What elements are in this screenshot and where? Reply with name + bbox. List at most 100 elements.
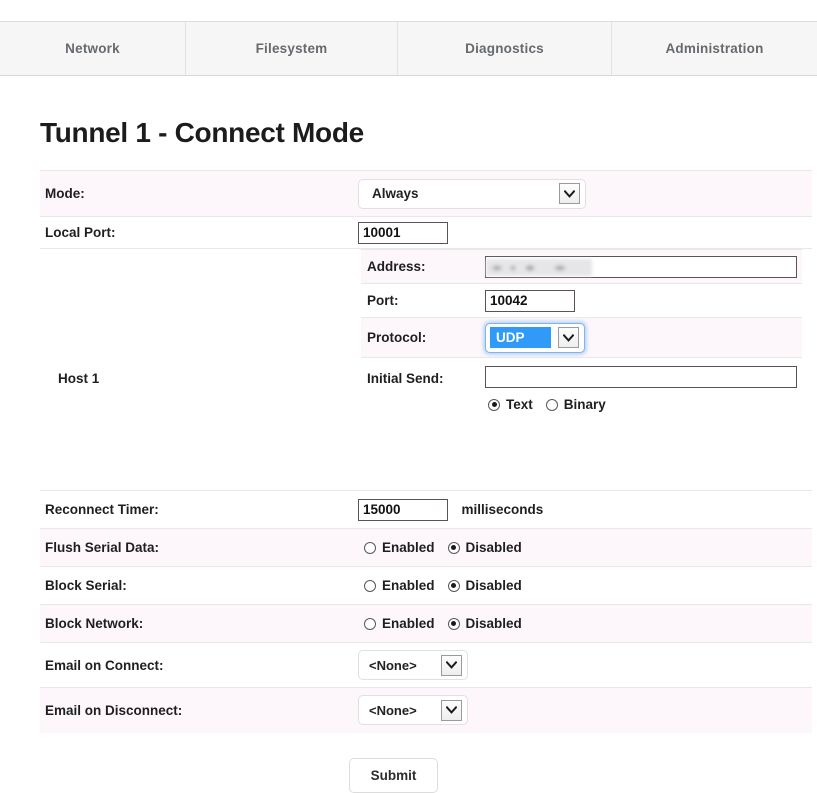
nav-tab-network[interactable]: Network [0, 22, 186, 75]
reconnect-timer-units: milliseconds [461, 501, 544, 517]
host1-label: Host 1 [40, 248, 355, 491]
host-initial-send-value-cell: Text Binary [485, 357, 802, 418]
host-protocol-select-value: UDP [490, 327, 551, 348]
host-initial-send-label: Initial Send: [361, 357, 485, 418]
host-port-value-cell [485, 283, 802, 318]
block-network-disabled-label: Disabled [465, 616, 522, 631]
form-row-block-serial: Block Serial: Enabled Disabled [40, 566, 812, 605]
email-on-connect-select[interactable]: <None> [358, 650, 468, 680]
block-serial-value-cell: Enabled Disabled [355, 566, 812, 605]
page-title: Tunnel 1 - Connect Mode [40, 117, 364, 148]
nav-tab-diagnostics-label: Diagnostics [465, 41, 544, 56]
radio-selected-icon[interactable] [447, 579, 460, 592]
form-row-mode: Mode: Always [40, 170, 812, 217]
initial-send-binary-option[interactable]: Binary [545, 397, 606, 412]
mode-select[interactable]: Always [358, 178, 586, 209]
initial-send-format-group: Text Binary [485, 388, 802, 412]
submit-row: Submit [0, 757, 817, 793]
reconnect-timer-input[interactable] [358, 498, 448, 521]
nav-tab-filesystem-label: Filesystem [255, 41, 328, 56]
email-on-disconnect-label: Email on Disconnect: [40, 687, 355, 733]
email-on-disconnect-value-cell: <None> [355, 687, 812, 733]
radio-unselected-icon[interactable] [364, 579, 376, 592]
local-port-label: Local Port: [40, 216, 355, 249]
nav-tab-administration-label: Administration [665, 41, 764, 56]
block-network-enabled-label: Enabled [382, 616, 435, 631]
block-serial-enabled-option[interactable]: Enabled [364, 578, 435, 593]
initial-send-text-label: Text [506, 397, 533, 412]
radio-unselected-icon[interactable] [545, 398, 558, 411]
nav-tab-filesystem[interactable]: Filesystem [186, 22, 398, 75]
mode-label: Mode: [40, 170, 355, 217]
flush-serial-data-disabled-label: Disabled [465, 540, 522, 555]
form-row-email-on-connect: Email on Connect: <None> [40, 642, 812, 688]
reconnect-timer-value-cell: milliseconds [355, 490, 812, 529]
nav-tab-network-label: Network [65, 41, 120, 56]
host-address-wrap [485, 255, 797, 278]
form-row-block-network: Block Network: Enabled Disabled [40, 604, 812, 643]
flush-serial-data-label: Flush Serial Data: [40, 528, 355, 567]
reconnect-timer-label: Reconnect Timer: [40, 490, 355, 529]
radio-selected-icon[interactable] [447, 617, 460, 630]
radio-unselected-icon[interactable] [364, 617, 376, 630]
mode-value-cell: Always [355, 170, 812, 217]
email-on-disconnect-select[interactable]: <None> [358, 695, 468, 726]
initial-send-text-option[interactable]: Text [488, 397, 533, 412]
form-row-host1: Host 1 Address: Port: 10042 Protocol: UD… [40, 248, 812, 491]
form-row-email-on-disconnect: Email on Disconnect: <None> [40, 687, 812, 733]
radio-selected-icon[interactable] [488, 398, 500, 411]
form-row-flush-serial-data: Flush Serial Data: Enabled Disabled [40, 528, 812, 567]
host-protocol-select[interactable]: UDP [485, 322, 585, 353]
block-network-disabled-option[interactable]: Disabled [447, 616, 522, 631]
host-port-input[interactable] [485, 289, 575, 312]
host-protocol-value-cell: UDP [485, 317, 802, 358]
block-network-value-cell: Enabled Disabled [355, 604, 812, 643]
chevron-down-icon[interactable] [441, 654, 462, 676]
local-port-input[interactable] [358, 221, 448, 244]
host1-fields-cell: Address: Port: 10042 Protocol: UDP Initi… [355, 248, 812, 491]
radio-selected-icon[interactable] [447, 541, 460, 554]
chevron-down-icon[interactable] [559, 183, 580, 204]
main-navigation: Network Filesystem Diagnostics Administr… [0, 21, 817, 76]
initial-send-binary-label: Binary [563, 397, 606, 412]
email-on-disconnect-select-value: <None> [369, 702, 417, 718]
block-network-enabled-option[interactable]: Enabled [364, 616, 435, 631]
block-network-group: Enabled Disabled [358, 616, 812, 631]
host-row-address: Address: [361, 249, 802, 284]
flush-serial-data-group: Enabled Disabled [358, 540, 812, 555]
host-initial-send-input[interactable] [485, 366, 797, 388]
email-on-connect-label: Email on Connect: [40, 642, 355, 688]
block-serial-label: Block Serial: [40, 566, 355, 605]
chevron-down-icon[interactable] [441, 699, 462, 721]
radio-unselected-icon[interactable] [364, 541, 376, 554]
host-address-input[interactable] [485, 255, 797, 278]
host-address-value-cell [485, 249, 802, 284]
flush-serial-data-enabled-option[interactable]: Enabled [364, 540, 435, 555]
mode-select-value: Always [372, 186, 419, 201]
flush-serial-data-enabled-label: Enabled [382, 540, 435, 555]
block-network-label: Block Network: [40, 604, 355, 643]
host-row-port: Port: [361, 283, 802, 318]
host-port-label: Port: [361, 283, 485, 318]
host-row-protocol: Protocol: UDP [361, 317, 802, 358]
block-serial-disabled-option[interactable]: Disabled [447, 578, 522, 593]
nav-tab-administration[interactable]: Administration [612, 22, 817, 75]
flush-serial-data-value-cell: Enabled Disabled [355, 528, 812, 567]
host-protocol-label: Protocol: [361, 317, 485, 358]
block-serial-group: Enabled Disabled [358, 578, 812, 593]
chevron-down-icon[interactable] [558, 327, 579, 348]
host1-table: Address: Port: 10042 Protocol: UDP Initi… [361, 249, 802, 418]
block-serial-enabled-label: Enabled [382, 578, 435, 593]
host-block-spacer [358, 418, 812, 490]
email-on-connect-value-cell: <None> [355, 642, 812, 688]
submit-button[interactable]: Submit [348, 757, 439, 793]
connect-mode-form: Mode: Always Local Port: Host 1 [40, 170, 812, 733]
top-spacer [0, 0, 817, 21]
host-row-initial-send: Initial Send: Text Binary [361, 357, 802, 418]
form-row-local-port: Local Port: [40, 216, 812, 249]
nav-tab-diagnostics[interactable]: Diagnostics [398, 22, 612, 75]
block-serial-disabled-label: Disabled [465, 578, 522, 593]
form-row-reconnect-timer: Reconnect Timer: milliseconds [40, 490, 812, 529]
flush-serial-data-disabled-option[interactable]: Disabled [447, 540, 522, 555]
email-on-connect-select-value: <None> [369, 657, 417, 673]
